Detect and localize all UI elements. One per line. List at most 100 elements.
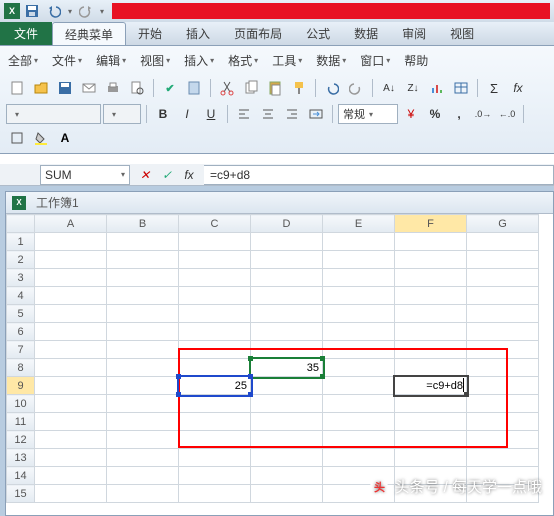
decrease-decimal-icon[interactable]: ←.0 <box>496 103 518 125</box>
format-painter-icon[interactable] <box>288 77 310 99</box>
row-header[interactable]: 10 <box>7 395 35 413</box>
print-preview-icon[interactable] <box>126 77 148 99</box>
cut-icon[interactable] <box>216 77 238 99</box>
menu-insert[interactable]: 插入▾ <box>184 52 214 69</box>
spelling-icon[interactable]: ✔ <box>159 77 181 99</box>
row-header[interactable]: 1 <box>7 233 35 251</box>
underline-button[interactable]: U <box>200 103 222 125</box>
cancel-formula-icon[interactable]: ✕ <box>136 166 154 184</box>
number-format-combo[interactable]: 常规▾ <box>338 104 398 124</box>
chart-icon[interactable] <box>426 77 448 99</box>
autosum-icon[interactable]: Σ <box>483 77 505 99</box>
row-header[interactable]: 6 <box>7 323 35 341</box>
tab-page-layout[interactable]: 页面布局 <box>222 22 294 45</box>
tab-classic-menu[interactable]: 经典菜单 <box>52 22 126 45</box>
menu-format[interactable]: 格式▾ <box>228 52 258 69</box>
col-header-a[interactable]: A <box>35 215 107 233</box>
menu-file[interactable]: 文件▾ <box>52 52 82 69</box>
redo-button[interactable] <box>345 77 367 99</box>
menu-view[interactable]: 视图▾ <box>140 52 170 69</box>
cell-f9-active[interactable]: =c9+d8 <box>395 377 467 395</box>
grid[interactable]: A B C D E F G 1 2 3 4 5 6 7 8 35 9 <box>6 214 553 503</box>
sort-asc-icon[interactable]: A↓ <box>378 77 400 99</box>
save-icon[interactable] <box>24 3 40 19</box>
merge-icon[interactable] <box>305 103 327 125</box>
function-icon[interactable]: fx <box>507 77 529 99</box>
tab-insert[interactable]: 插入 <box>174 22 222 45</box>
table-icon[interactable] <box>450 77 472 99</box>
row-header[interactable]: 12 <box>7 431 35 449</box>
menu-edit[interactable]: 编辑▾ <box>96 52 126 69</box>
row-header[interactable]: 8 <box>7 359 35 377</box>
tab-view[interactable]: 视图 <box>438 22 486 45</box>
row-header[interactable]: 14 <box>7 467 35 485</box>
font-size-combo[interactable]: ▾ <box>103 104 141 124</box>
undo-dropdown[interactable]: ▾ <box>68 7 72 16</box>
enter-formula-icon[interactable]: ✓ <box>158 166 176 184</box>
bold-button[interactable]: B <box>152 103 174 125</box>
workbook-title: 工作簿1 <box>36 194 79 211</box>
col-header-e[interactable]: E <box>323 215 395 233</box>
menu-data[interactable]: 数据▾ <box>316 52 346 69</box>
align-left-icon[interactable] <box>233 103 255 125</box>
tab-formulas[interactable]: 公式 <box>294 22 342 45</box>
copy-icon[interactable] <box>240 77 262 99</box>
tab-review[interactable]: 审阅 <box>390 22 438 45</box>
row-header[interactable]: 7 <box>7 341 35 359</box>
redo-icon[interactable] <box>78 3 94 19</box>
classic-menu-row: 全部▾ 文件▾ 编辑▾ 视图▾ 插入▾ 格式▾ 工具▾ 数据▾ 窗口▾ 帮助 <box>6 50 548 75</box>
borders-icon[interactable] <box>6 127 28 149</box>
qat-more[interactable]: ▾ <box>100 7 104 16</box>
paste-icon[interactable] <box>264 77 286 99</box>
font-name-combo[interactable]: ▾ <box>6 104 101 124</box>
menu-tools[interactable]: 工具▾ <box>272 52 302 69</box>
ribbon: 全部▾ 文件▾ 编辑▾ 视图▾ 插入▾ 格式▾ 工具▾ 数据▾ 窗口▾ 帮助 ✔… <box>0 46 554 154</box>
print-icon[interactable] <box>102 77 124 99</box>
align-right-icon[interactable] <box>281 103 303 125</box>
tab-home[interactable]: 开始 <box>126 22 174 45</box>
formula-input[interactable]: =c9+d8 <box>204 165 554 185</box>
save-button[interactable] <box>54 77 76 99</box>
name-box-dropdown[interactable]: ▾ <box>121 170 125 179</box>
row-header[interactable]: 4 <box>7 287 35 305</box>
ribbon-tabs: 文件 经典菜单 开始 插入 页面布局 公式 数据 审阅 视图 <box>0 22 554 46</box>
row-header[interactable]: 2 <box>7 251 35 269</box>
percent-icon[interactable]: % <box>424 103 446 125</box>
new-icon[interactable] <box>6 77 28 99</box>
cell-c9[interactable]: 25 <box>179 377 251 395</box>
cell-d8[interactable]: 35 <box>251 359 323 377</box>
col-header-f[interactable]: F <box>395 215 467 233</box>
col-header-b[interactable]: B <box>107 215 179 233</box>
insert-function-icon[interactable]: fx <box>180 166 198 184</box>
align-center-icon[interactable] <box>257 103 279 125</box>
open-icon[interactable] <box>30 77 52 99</box>
name-box[interactable]: SUM ▾ <box>40 165 130 185</box>
currency-icon[interactable]: ¥ <box>400 103 422 125</box>
row-header[interactable]: 13 <box>7 449 35 467</box>
select-all-corner[interactable] <box>7 215 35 233</box>
undo-button[interactable] <box>321 77 343 99</box>
fill-color-icon[interactable] <box>30 127 52 149</box>
row-header[interactable]: 9 <box>7 377 35 395</box>
col-header-c[interactable]: C <box>179 215 251 233</box>
row-header[interactable]: 3 <box>7 269 35 287</box>
italic-button[interactable]: I <box>176 103 198 125</box>
increase-decimal-icon[interactable]: .0→ <box>472 103 494 125</box>
menu-window[interactable]: 窗口▾ <box>360 52 390 69</box>
row-header[interactable]: 11 <box>7 413 35 431</box>
mail-icon[interactable] <box>78 77 100 99</box>
file-tab[interactable]: 文件 <box>0 22 52 45</box>
row-header[interactable]: 15 <box>7 485 35 503</box>
undo-icon[interactable] <box>46 3 62 19</box>
col-header-g[interactable]: G <box>467 215 539 233</box>
research-icon[interactable] <box>183 77 205 99</box>
col-header-d[interactable]: D <box>251 215 323 233</box>
comma-icon[interactable]: , <box>448 103 470 125</box>
font-color-icon[interactable]: A <box>54 127 76 149</box>
name-box-value: SUM <box>45 168 72 182</box>
sort-desc-icon[interactable]: Z↓ <box>402 77 424 99</box>
menu-help[interactable]: 帮助 <box>404 52 428 69</box>
tab-data[interactable]: 数据 <box>342 22 390 45</box>
menu-all[interactable]: 全部▾ <box>8 52 38 69</box>
row-header[interactable]: 5 <box>7 305 35 323</box>
